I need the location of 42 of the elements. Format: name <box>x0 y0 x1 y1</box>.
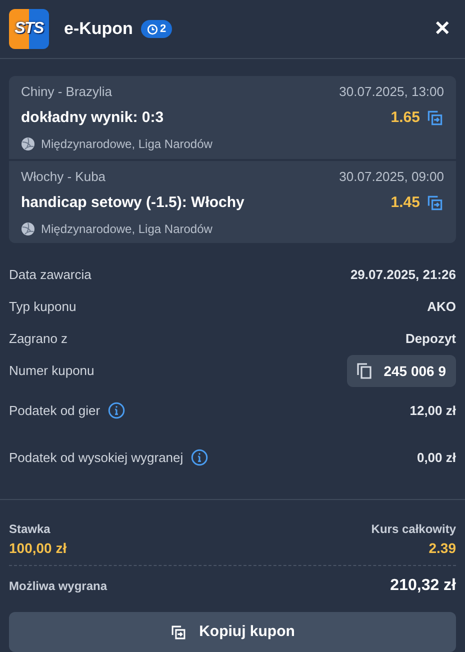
detail-value: Depozyt <box>405 330 456 348</box>
event-datetime: 30.07.2025, 13:00 <box>339 83 444 102</box>
event-count-badge: 2 <box>140 20 172 38</box>
event-teams: Włochy - Kuba <box>21 168 106 186</box>
bet-selection: dokładny wynik: 0:3 <box>21 108 164 128</box>
event-datetime: 30.07.2025, 09:00 <box>339 168 444 186</box>
clock-icon <box>146 24 158 35</box>
possible-win-amount: 210,32 zł <box>390 576 456 596</box>
copy-coupon-icon <box>170 624 188 640</box>
league: Międzynarodowe, Liga Narodów <box>41 221 212 238</box>
detail-label: Podatek od wysokiej wygranej <box>9 448 184 467</box>
detail-label: Podatek od gier <box>9 402 100 420</box>
volleyball-icon <box>21 137 35 152</box>
info-icon[interactable] <box>108 402 126 419</box>
possible-win-label: Możliwa wygrana <box>9 578 108 595</box>
detail-label: Data zawarcia <box>9 266 92 284</box>
title: e-Kupon <box>64 18 133 40</box>
league: Międzynarodowe, Liga Narodów <box>41 136 212 154</box>
logo: STS <box>9 9 49 50</box>
detail-value: 0,00 zł <box>416 448 456 467</box>
detail-label: Numer kuponu <box>9 362 94 380</box>
odds: 1.45 <box>390 192 420 213</box>
detail-value: AKO <box>427 298 456 316</box>
stake-amount: 100,00 zł <box>9 539 67 558</box>
info-icon[interactable] <box>191 449 208 466</box>
total-odds-label: Kurs całkowity <box>371 521 456 538</box>
detail-label: Typ kuponu <box>9 298 76 316</box>
detail-value: 12,00 zł <box>410 402 456 420</box>
coupon-number-button[interactable]: 245 006 9 <box>346 355 456 387</box>
total-odds: 2.39 <box>428 539 456 558</box>
copy-icon <box>356 363 372 379</box>
copy-coupon-button[interactable]: Kopiuj kupon <box>9 612 456 652</box>
copy-bet-icon <box>426 194 444 212</box>
event-teams: Chiny - Brazylia <box>21 83 112 102</box>
detail-value: 29.07.2025, 21:26 <box>350 266 456 284</box>
stake-label: Stawka <box>9 521 50 538</box>
close-button[interactable]: ✕ <box>434 14 451 44</box>
odds: 1.65 <box>390 108 420 128</box>
volleyball-icon <box>21 222 35 236</box>
detail-label: Zagrano z <box>9 330 68 348</box>
copy-bet-icon <box>426 109 444 128</box>
bet-selection: handicap setowy (-1.5): Włochy <box>21 192 244 213</box>
